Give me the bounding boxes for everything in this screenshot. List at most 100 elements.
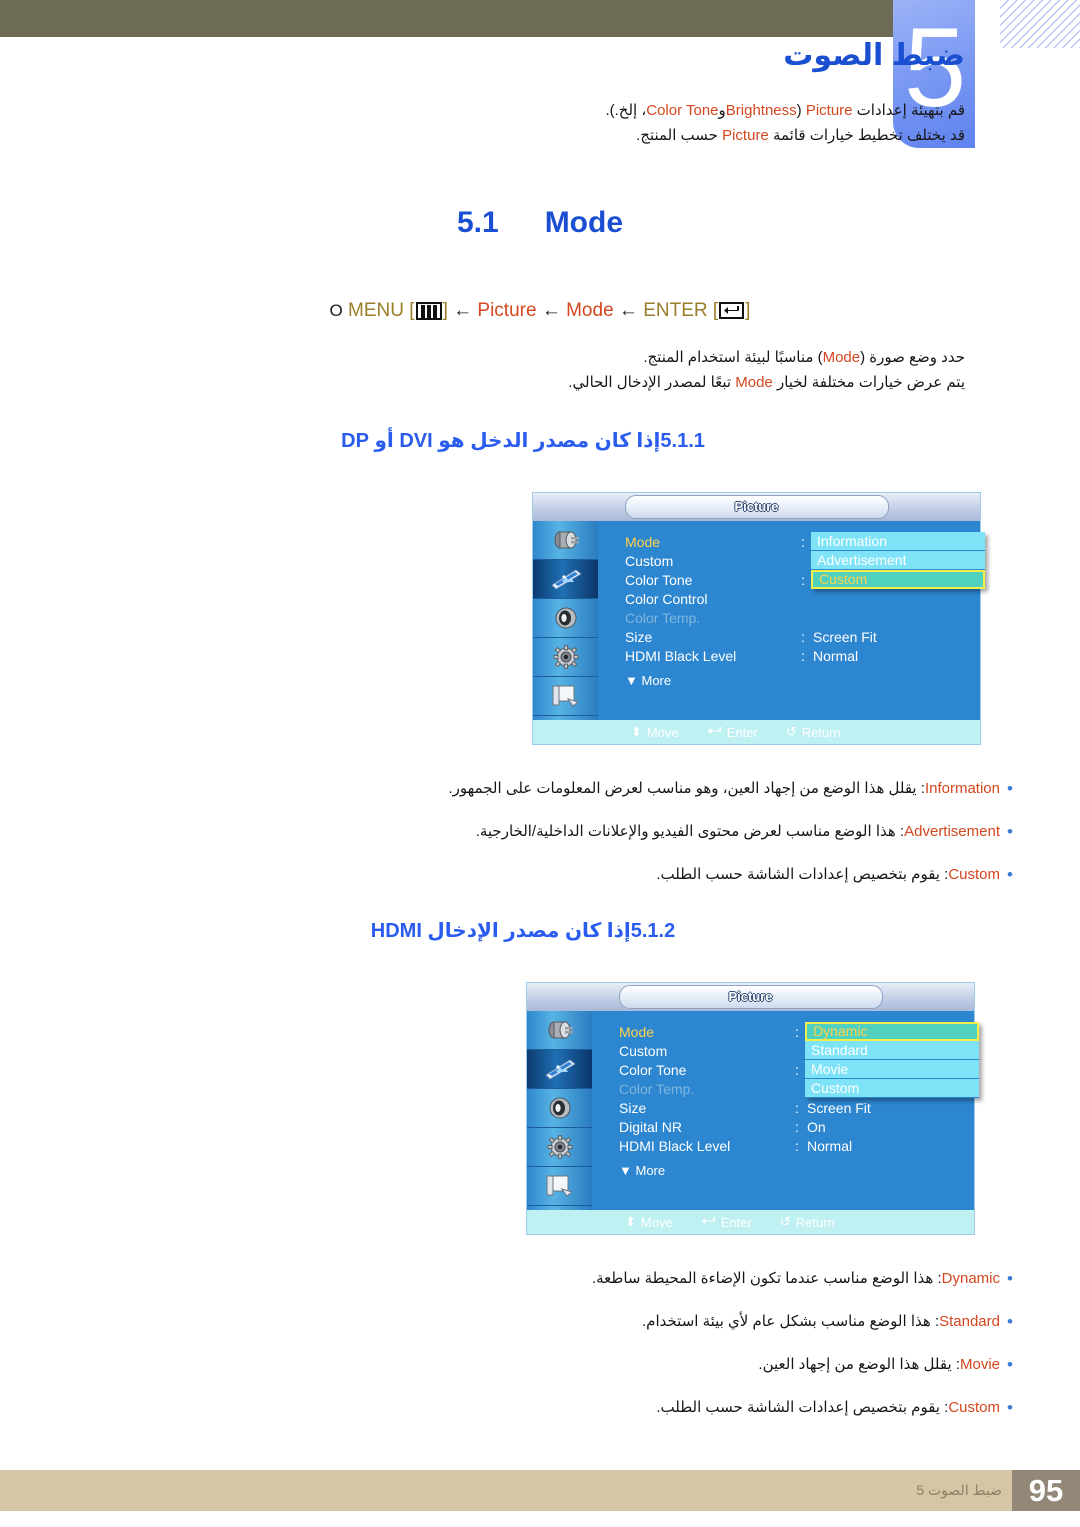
dropdown-option-custom[interactable]: Custom <box>811 570 985 589</box>
osd-title-2: Picture <box>728 989 773 1004</box>
osd-hint-move-1: ⬍ Move <box>631 724 679 740</box>
osd-icon-picture-1[interactable] <box>533 560 598 599</box>
osd-icon-setup-gear-1[interactable] <box>533 638 598 677</box>
osd-screenshot-dvi-dp: Picture Mode: Custom Color Tone: Color C… <box>533 493 985 744</box>
list-item-text: Standard: هذا الوضع مناسب بشكل عام لأي ب… <box>60 1311 1000 1333</box>
osd-row-value: Normal <box>813 648 859 664</box>
term-mode-1: Mode <box>822 349 861 366</box>
osd-row-label: Color Temp. <box>619 1081 695 1097</box>
intro-text-d: ، إلخ.). <box>605 102 647 119</box>
osd-mode-dropdown-1[interactable]: Information Advertisement Custom <box>811 532 985 589</box>
osd-row-label: Color Tone <box>625 572 693 588</box>
bullet-dot-icon: • <box>1007 822 1013 841</box>
term-custom-2: Custom <box>948 1399 1000 1416</box>
osd-footer-hints-1: ⬍ Move Enter ↺ Return <box>533 720 980 744</box>
intro-line-2: قد يختلف تخطيط خيارات قائمة Picture حسب … <box>205 123 965 148</box>
osd-title-pill-1: Picture <box>624 495 889 519</box>
list-item-text: Advertisement: هذا الوضع مناسب لعرض محتو… <box>60 821 1000 843</box>
menu-path-menu-label: MENU <box>348 300 404 321</box>
term-picture-2: Picture <box>722 127 769 144</box>
dropdown-option-information[interactable]: Information <box>811 532 985 551</box>
list-item-description: : يقوم بتخصيص إعدادات الشاشة حسب الطلب. <box>656 1399 949 1416</box>
osd-icon-sound-1[interactable] <box>533 599 598 638</box>
intro-text-b: ( <box>796 102 806 119</box>
dropdown-option-advertisement[interactable]: Advertisement <box>811 551 985 570</box>
section-heading-5-1-1: 5.1.1إذا كان مصدر الدخل هو DVI أو DP <box>0 428 1080 453</box>
list-item-text: Dynamic: هذا الوضع مناسب عندما تكون الإض… <box>60 1268 1000 1290</box>
list-item-description: : يقلل هذا الوضع من إجهاد العين. <box>758 1356 960 1373</box>
osd-hint-label: Return <box>801 724 841 740</box>
osd-more-row-1[interactable]: ▼ More <box>625 673 985 688</box>
intro-text-a: قم بتهيئة إعدادات <box>852 102 965 119</box>
osd-icon-sound-2[interactable] <box>527 1089 592 1128</box>
list-item-description: : يقوم بتخصيص إعدادات الشاشة حسب الطلب. <box>656 866 949 883</box>
osd-row-size-1[interactable]: Size: Screen Fit <box>625 628 985 647</box>
desc-text-d: تبعًا لمصدر الإدخال الحالي. <box>568 374 736 391</box>
section-number-5-1-1: 5.1.1 <box>660 430 705 452</box>
osd-body-1: Mode: Custom Color Tone: Color Control C… <box>598 521 985 720</box>
osd-more-row-2[interactable]: ▼ More <box>619 1163 979 1178</box>
osd-screenshot-hdmi: Picture Mode: Custom Color Tone: Color T… <box>527 983 979 1234</box>
updown-arrow-icon: ⬍ <box>625 1214 636 1229</box>
intro-line-1: قم بتهيئة إعدادات Picture (BrightnessوCo… <box>205 98 965 123</box>
term-standard: Standard <box>939 1313 1000 1330</box>
osd-icon-input-source-2[interactable] <box>527 1011 592 1050</box>
dropdown-option-dynamic[interactable]: Dynamic <box>805 1022 979 1041</box>
osd-row-colon: : <box>801 572 805 588</box>
osd-row-hdmi-black-level-2[interactable]: HDMI Black Level: Normal <box>619 1137 979 1156</box>
osd-icon-setup-gear-2[interactable] <box>527 1128 592 1167</box>
term-color-tone: Color Tone <box>646 102 719 119</box>
section-number-5-1-2: 5.1.2 <box>630 920 676 942</box>
osd-row-label: Size <box>625 629 653 645</box>
osd-row-digital-nr-2[interactable]: Digital NR: On <box>619 1118 979 1137</box>
desc-text-a: حدد وضع صورة ( <box>860 349 965 366</box>
osd-more-label: More <box>635 1163 666 1178</box>
osd-hint-label: Move <box>640 1214 673 1230</box>
osd-row-label: Mode <box>619 1024 655 1040</box>
osd-row-label: Color Control <box>625 591 708 607</box>
osd-mode-dropdown-2[interactable]: Dynamic Standard Movie Custom <box>805 1022 979 1098</box>
bullet-dot-icon: • <box>1007 1398 1013 1417</box>
osd-title-1: Picture <box>734 499 779 514</box>
mode-options-list-dvi-dp: • Information: يقلل هذا الوضع من إجهاد ا… <box>60 778 1020 907</box>
osd-icon-multi-control-2[interactable] <box>527 1167 592 1206</box>
menu-path-mode: Mode <box>566 300 614 321</box>
osd-icon-input-source-1[interactable] <box>533 521 598 560</box>
osd-row-size-2[interactable]: Size: Screen Fit <box>619 1099 979 1118</box>
term-brightness: Brightness <box>725 102 797 119</box>
chevron-down-icon: ▼ <box>619 1163 632 1178</box>
term-information: Information <box>924 780 1000 797</box>
list-item: • Movie: يقلل هذا الوضع من إجهاد العين. <box>60 1354 1020 1376</box>
chapter-title: ضبط الصوت <box>783 39 965 72</box>
osd-icon-multi-control-1[interactable] <box>533 677 598 716</box>
osd-row-color-control-1[interactable]: Color Control <box>625 590 985 609</box>
osd-row-value: Screen Fit <box>813 629 877 645</box>
diagonal-hatch-decoration <box>1000 0 1080 48</box>
bullet-dot-icon: • <box>1007 1355 1013 1374</box>
enter-key-icon <box>701 1215 716 1230</box>
section-title-5-1-2: إذا كان مصدر الإدخال HDMI <box>370 920 631 942</box>
menu-path-bracket-close-2: ] <box>745 300 751 321</box>
bullet-dot-icon: • <box>1007 1269 1013 1288</box>
osd-row-colon: : <box>801 648 805 664</box>
osd-icon-picture-2[interactable] <box>527 1050 592 1089</box>
term-advertisement: Advertisement <box>904 823 1000 840</box>
dropdown-option-standard[interactable]: Standard <box>805 1041 979 1060</box>
intro-text-f: حسب المنتج. <box>636 127 723 144</box>
list-item: • Information: يقلل هذا الوضع من إجهاد ا… <box>60 778 1020 800</box>
chevron-down-icon: ▼ <box>625 673 638 688</box>
osd-row-hdmi-black-level-1[interactable]: HDMI Black Level: Normal <box>625 647 985 666</box>
dropdown-option-movie[interactable]: Movie <box>805 1060 979 1079</box>
osd-hint-enter-2: Enter <box>701 1215 752 1230</box>
osd-row-value: Screen Fit <box>807 1100 871 1116</box>
page-number: 95 <box>1012 1470 1080 1511</box>
mode-options-list-hdmi: • Dynamic: هذا الوضع مناسب عندما تكون ال… <box>60 1268 1020 1440</box>
list-item-description: : هذا الوضع مناسب عندما تكون الإضاءة الم… <box>591 1270 942 1287</box>
section-number-5-1: 5.1 <box>456 206 499 239</box>
osd-row-label: Color Tone <box>619 1062 687 1078</box>
dropdown-option-custom-2[interactable]: Custom <box>805 1079 979 1098</box>
arrow-icon-1: ← <box>453 300 473 321</box>
term-picture: Picture <box>805 102 853 119</box>
enter-key-icon <box>719 302 745 320</box>
arrow-icon-3: ← <box>618 300 638 321</box>
